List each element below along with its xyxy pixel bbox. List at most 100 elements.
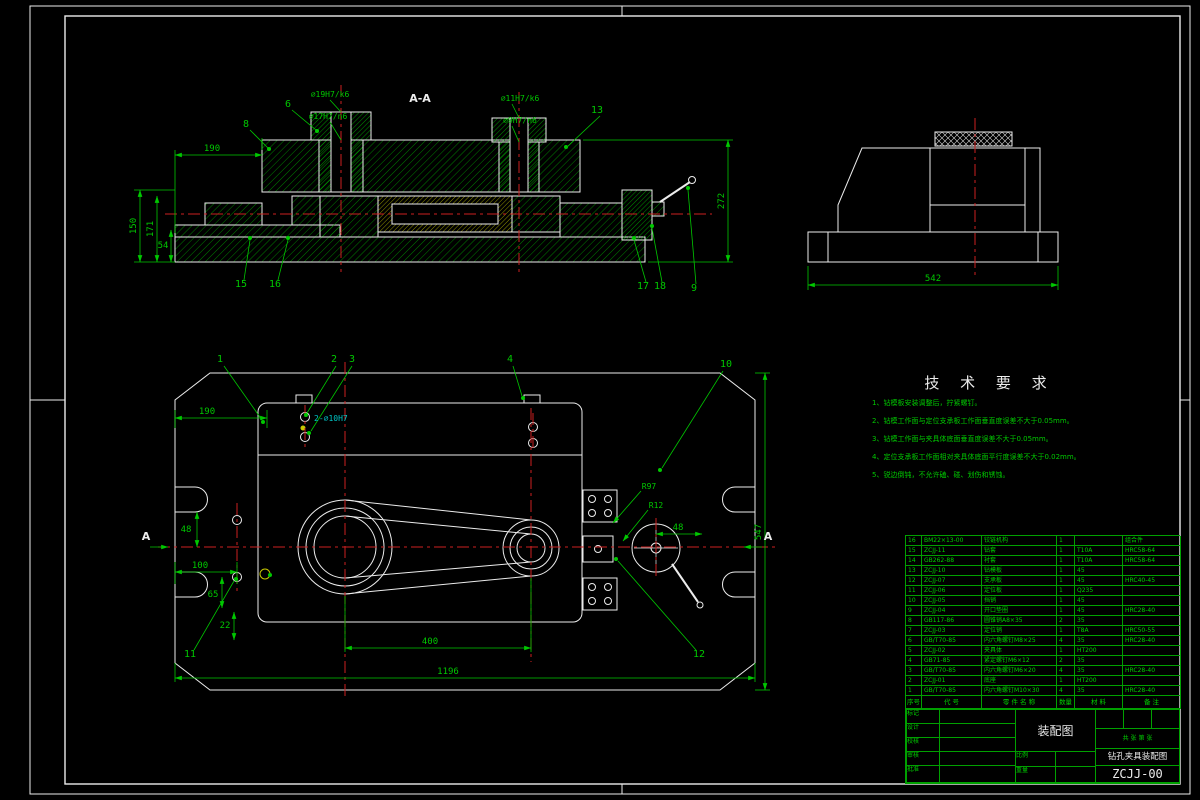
bom-cell: 底座: [982, 676, 1057, 686]
bom-cell: 8: [906, 616, 922, 626]
title-block-blank: [939, 737, 1016, 752]
title-block-label: 批准: [906, 765, 940, 783]
leader-dot: [315, 129, 319, 133]
bom-cell: HRC50-55: [1123, 626, 1181, 636]
handle-knob: [688, 176, 696, 184]
cad-drawing-page: 190 150 171 54 272 ∅19H7/k6 ∅17H7/n6 ∅11…: [0, 0, 1200, 800]
bom-cell: 35: [1075, 666, 1123, 676]
bom-cell: 4: [906, 656, 922, 666]
clamp-screw: [588, 495, 596, 503]
tech-req-title: 技 术 要 求: [924, 374, 1055, 392]
bom-cell: HT200: [1075, 646, 1123, 656]
dim-542: 542: [925, 274, 941, 284]
balloon-2: 2: [331, 354, 337, 365]
dim-54: 54: [158, 241, 169, 251]
balloon-leader: [661, 370, 724, 469]
bom-cell: 内六角螺钉M10×30: [982, 686, 1057, 696]
bom-cell: 45: [1075, 606, 1123, 616]
parts-list: 16 BM22×13-00 铰链机构 1 组合件 15 ZCJJ-11 钻套 1 T10A HRC…: [905, 535, 1181, 709]
base-plate-section: [174, 236, 646, 263]
dim-171: 171: [146, 221, 156, 237]
plan-handle-knob: [696, 601, 704, 609]
drawing-type: 装配图: [1015, 709, 1096, 752]
leader-line: [329, 99, 342, 113]
dim-1196: 1196: [437, 667, 459, 677]
bom-cell: GB/T70-85: [922, 666, 982, 676]
dim-100: 100: [192, 561, 208, 571]
tangent-bottom-inner: [344, 561, 532, 579]
bom-cell: HRC40-45: [1123, 576, 1181, 586]
leader-dot: [632, 236, 636, 240]
title-block-label: 标记: [906, 709, 940, 724]
bushing-left-dia-label: ∅19H7/k6: [311, 90, 350, 99]
bom-cell: ZCJJ-04: [922, 606, 982, 616]
bushing-right-dia-label2: ∅9H7/n6: [503, 116, 537, 125]
bom-cell: 内六角螺钉M6×20: [982, 666, 1057, 676]
bom-cell: HRC58-64: [1123, 546, 1181, 556]
tech-req-item: 4、定位支承板工作面相对夹具体底面平行度误差不大于0.02mm。: [872, 453, 1081, 461]
bom-cell: 夹具体: [982, 646, 1057, 656]
section-label: A-A: [409, 92, 431, 105]
sheet-label: 共 张 第 张: [1095, 728, 1180, 749]
clamp-plate-bottom: [582, 577, 618, 611]
title-block: 标记 设计 校核 审核 批准 装配图 比例 重量 共 张 第 张 钻孔夹具装配图…: [905, 708, 1180, 784]
bom-cell: 10: [906, 596, 922, 606]
balloon-11: 11: [184, 649, 196, 660]
clamp-screw: [604, 597, 612, 605]
bom-cell: [1123, 586, 1181, 596]
slot-left-bottom: [175, 571, 208, 598]
clamp-screw: [588, 597, 596, 605]
balloon-8: 8: [243, 119, 249, 130]
bom-cell: 1: [1057, 566, 1075, 576]
bom-cell: 5: [906, 646, 922, 656]
slot-left-top: [175, 486, 208, 513]
side-body: [837, 147, 1041, 233]
left-clamp-section: [319, 195, 379, 238]
template-lug-right: [523, 394, 541, 404]
dim-150: 150: [129, 218, 139, 234]
bom-cell: 组合件: [1123, 536, 1181, 546]
hinge-bracket: [291, 195, 321, 226]
balloon-17: 17: [637, 281, 649, 292]
balloon-18: 18: [654, 281, 666, 292]
bom-cell: 挡销: [982, 596, 1057, 606]
bom-cell: GB/T70-85: [922, 686, 982, 696]
bom-cell: [1123, 596, 1181, 606]
right-support-section: [559, 202, 623, 238]
clamp-screw: [604, 509, 612, 517]
bom-cell: 2: [1057, 656, 1075, 666]
bom-cell: 1: [1057, 596, 1075, 606]
title-block-minicell: [1123, 709, 1152, 729]
leader-dot: [521, 396, 525, 400]
bom-cell: Q235: [1075, 586, 1123, 596]
bom-cell: 1: [1057, 586, 1075, 596]
bom-cell: 1: [906, 686, 922, 696]
bom-cell: 9: [906, 606, 922, 616]
bom-cell: 开口垫圈: [982, 606, 1057, 616]
dim-22: 22: [220, 621, 231, 631]
bom-cell: 内六角螺钉M8×25: [982, 636, 1057, 646]
balloon-15: 15: [235, 279, 247, 290]
bom-cell: GB/T70-85: [922, 636, 982, 646]
bom-cell: 1: [1057, 546, 1075, 556]
bom-cell: 35: [1075, 636, 1123, 646]
side-view: [807, 131, 1059, 263]
bom-cell: [1123, 676, 1181, 686]
leader-dot: [286, 236, 290, 240]
tech-req-item: 5、锐边倒钝，不允许磕、碰、划伤和锈蚀。: [872, 471, 1010, 479]
balloon-12: 12: [693, 649, 705, 660]
dim-48-right: 48: [673, 523, 684, 533]
bom-cell: 定位销: [982, 626, 1057, 636]
title-block-blank: [939, 751, 1016, 766]
bom-cell: 6: [906, 636, 922, 646]
bom-cell: [1075, 536, 1123, 546]
balloon-16: 16: [269, 279, 281, 290]
bom-cell: T8A: [1075, 626, 1123, 636]
leader-dot: [686, 186, 690, 190]
bom-cell: [1123, 616, 1181, 626]
leader-dot: [268, 573, 272, 577]
leader-dot: [307, 431, 311, 435]
bom-cell: 钻模板: [982, 566, 1057, 576]
dim-48-left: 48: [181, 525, 192, 535]
technical-requirements: 技 术 要 求 1、钻模板安装调整后，拧紧螺钉。 2、钻模工作面与定位支承板工作…: [872, 372, 1107, 483]
